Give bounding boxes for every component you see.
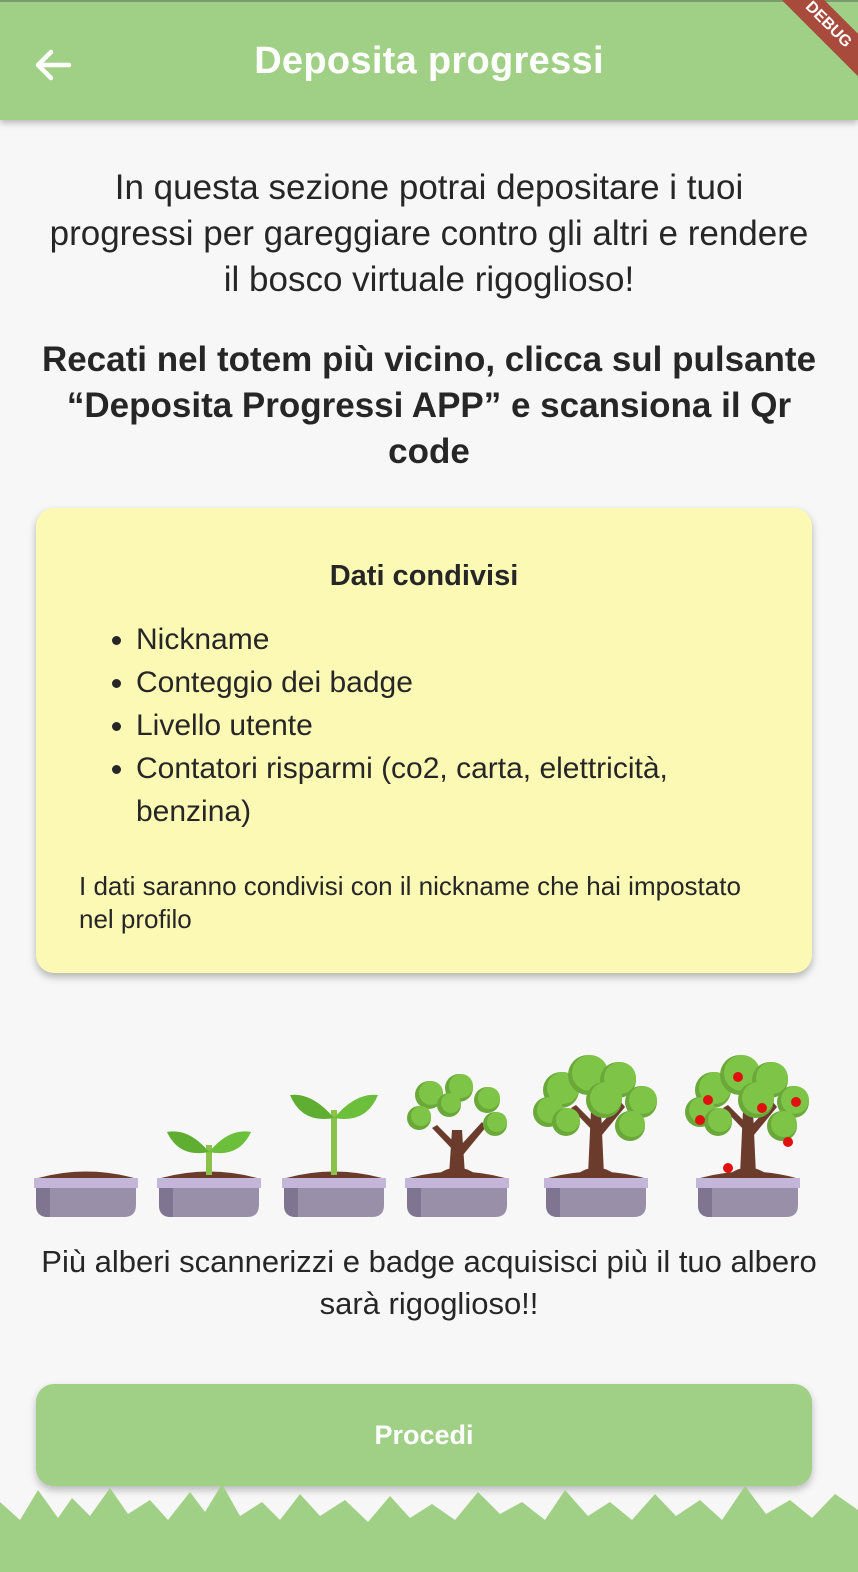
bullet-icon [112,765,121,774]
bullet-icon [112,636,121,645]
proceed-button[interactable]: Procedi [36,1384,812,1486]
leafy-tree-icon [533,1055,657,1217]
intro-text: In questa sezione potrai depositare i tu… [49,168,809,299]
proceed-button-label: Procedi [374,1419,474,1450]
young-tree-icon [405,1074,509,1217]
page-title: Deposita progressi [254,40,604,82]
shared-data-list: Nickname Conteggio dei badge Livello ute… [108,618,788,833]
bullet-icon [112,679,121,688]
list-item-label: Contatori risparmi (co2, carta, elettric… [136,752,668,828]
list-item: Contatori risparmi (co2, carta, elettric… [108,747,788,833]
tall-sprout-icon [282,1094,386,1217]
list-item-label: Conteggio dei badge [136,666,413,699]
app-bar: Deposita progressi DEBUG [0,0,858,120]
fruit-tree-icon [685,1055,809,1217]
shared-data-card: Dati condivisi Nickname Conteggio dei ba… [36,508,812,973]
list-item: Nickname [108,618,788,661]
list-item: Conteggio dei badge [108,661,788,704]
list-item-label: Nickname [136,623,270,656]
bullet-icon [112,722,121,731]
tree-growth-illustration [34,1055,809,1217]
card-note: I dati saranno condivisi con il nickname… [79,871,741,934]
card-title: Dati condivisi [329,560,519,592]
list-item: Livello utente [108,704,788,747]
growth-text: Più alberi scannerizzi e badge acquisisc… [41,1244,817,1321]
small-sprout-icon [157,1131,261,1217]
list-item-label: Livello utente [136,709,313,742]
grass-decoration [0,1484,858,1572]
instruction-text: Recati nel totem più vicino, clicca sul … [41,340,817,471]
soil-pot-icon [34,1171,138,1217]
